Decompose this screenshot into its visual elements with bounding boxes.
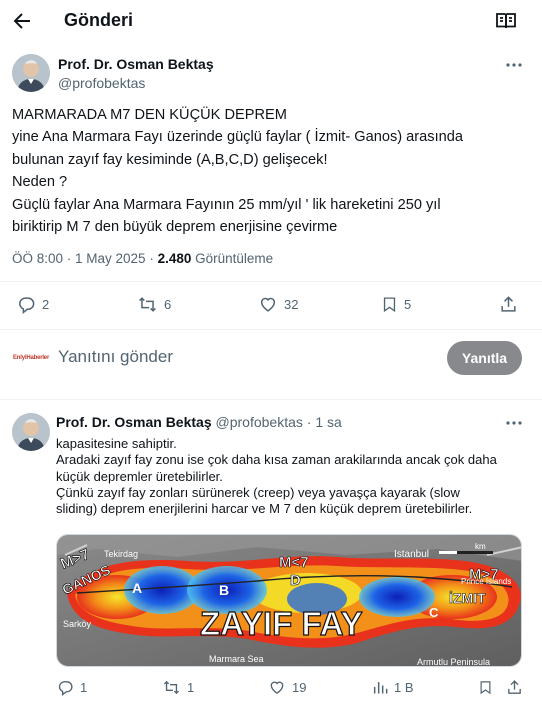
map-label-marmara-sea: Marmara Sea (209, 654, 264, 664)
repost-count: 6 (164, 297, 172, 312)
post-line: küçük depremler üretebilirler. (56, 468, 223, 484)
post-age[interactable]: · 1 sa (307, 414, 342, 430)
view-label: Görüntüleme (191, 251, 274, 266)
bookmark-count: 5 (404, 297, 412, 312)
post-line: bulunan zayıf fay kesiminde (A,B,C,D) ge… (12, 151, 328, 168)
reply-count: 1 (80, 680, 88, 695)
map-label-a: A (132, 580, 142, 596)
view-count: 1 B (394, 680, 414, 695)
bookmark-icon (478, 679, 493, 696)
share-icon (499, 295, 518, 314)
page-title: Gönderi (64, 10, 134, 30)
views-button[interactable]: 1 B (372, 679, 414, 696)
repost-icon (162, 679, 181, 696)
author-name[interactable]: Prof. Dr. Osman Bektaş (56, 414, 212, 430)
post-line: Çünkü zayıf fay zonları sürünerek (creep… (56, 484, 460, 500)
post-line: Aradaki zayıf fay zonu ise çok daha kısa… (56, 452, 497, 468)
reader-mode-icon[interactable] (494, 9, 518, 33)
reply-user-logo: EnlyiHaberler (13, 355, 50, 361)
reply-icon (17, 295, 36, 314)
post-line: Güçlü faylar Ana Marmara Fayının 25 mm/y… (12, 196, 441, 213)
post-line: biriktirip M 7 den büyük deprem enerjisi… (12, 219, 338, 236)
reply-icon (57, 679, 74, 696)
map-label-zayif-fay: ZAYIF FAY (200, 605, 363, 642)
divider (0, 281, 542, 282)
top-bar: Gönderi (0, 0, 542, 42)
like-count: 32 (284, 297, 299, 312)
view-count: 2.480 (157, 251, 192, 266)
post-line: Neden ? (12, 174, 68, 191)
author-avatar[interactable] (12, 54, 50, 92)
reply-button[interactable]: 2 (17, 295, 49, 314)
reply-input[interactable]: Yanıtını gönder (58, 347, 173, 367)
map-label-istanbul: Istanbul (394, 549, 429, 560)
post2-header: Prof. Dr. Osman Bektaş @profobektas · 1 … (56, 414, 342, 430)
post-text: kapasitesine sahiptir. Aradaki zayıf fay… (56, 436, 526, 517)
post-timestamp[interactable]: ÖÖ 8:00 · 1 May 2025 · (12, 251, 158, 266)
more-options-icon[interactable] (504, 55, 524, 75)
map-label-m7-mid: M<7 (279, 554, 309, 571)
map-label-km: km (475, 542, 486, 551)
repost-button[interactable]: 1 (162, 679, 194, 696)
post-line: kapasitesine sahiptir. (56, 436, 177, 451)
map-label-armutlu: Armutlu Peninsula (417, 657, 490, 667)
bookmark-button[interactable] (478, 679, 493, 696)
share-button[interactable] (506, 679, 523, 696)
post-text: MARMARADA M7 DEN KÜÇÜK DEPREM yine Ana M… (12, 104, 527, 238)
like-count: 19 (292, 680, 307, 695)
like-button[interactable]: 32 (258, 295, 298, 314)
bookmark-icon (381, 295, 398, 314)
like-button[interactable]: 19 (268, 679, 306, 696)
post-line: sliding) deprem enerjilerini harcar ve M… (56, 501, 473, 517)
author-handle[interactable]: @profobektas (58, 75, 145, 91)
back-arrow-icon[interactable] (10, 9, 34, 33)
repost-count: 1 (187, 680, 195, 695)
map-label-c: C (429, 605, 439, 620)
map-label-d: D (290, 572, 301, 589)
author-avatar[interactable] (12, 413, 50, 451)
repost-button[interactable]: 6 (137, 295, 171, 314)
map-label-sarkoy: Sarköy (63, 619, 92, 629)
share-button[interactable] (499, 295, 518, 314)
heart-icon (258, 295, 278, 314)
map-label-prince-islands: Prince Islands (461, 577, 511, 586)
author-handle[interactable]: @profobektas (216, 414, 303, 430)
reply-submit-button[interactable]: Yanıtla (447, 341, 522, 375)
heart-icon (268, 679, 286, 696)
share-icon (506, 679, 523, 696)
more-options-icon[interactable] (504, 413, 524, 433)
map-label-izmit: İZMIT (449, 590, 486, 606)
analytics-icon (372, 679, 388, 696)
post-meta: ÖÖ 8:00 · 1 May 2025 · 2.480 Görüntüleme (12, 251, 273, 266)
post-line: yine Ana Marmara Fayı üzerinde güçlü fay… (12, 129, 463, 146)
repost-icon (137, 295, 158, 314)
fault-map-image[interactable]: M>7 GANOS Tekirdag Sarköy A B M<7 D Ista… (56, 534, 522, 667)
reply-count: 2 (42, 297, 50, 312)
bookmark-button[interactable]: 5 (381, 295, 411, 314)
divider (0, 329, 542, 330)
map-label-b: B (219, 582, 229, 598)
divider (0, 399, 542, 400)
author-name[interactable]: Prof. Dr. Osman Bektaş (58, 56, 214, 72)
reply-button[interactable]: 1 (57, 679, 87, 696)
map-label-tekirdag: Tekirdag (104, 549, 138, 559)
post-line: MARMARADA M7 DEN KÜÇÜK DEPREM (12, 107, 287, 123)
